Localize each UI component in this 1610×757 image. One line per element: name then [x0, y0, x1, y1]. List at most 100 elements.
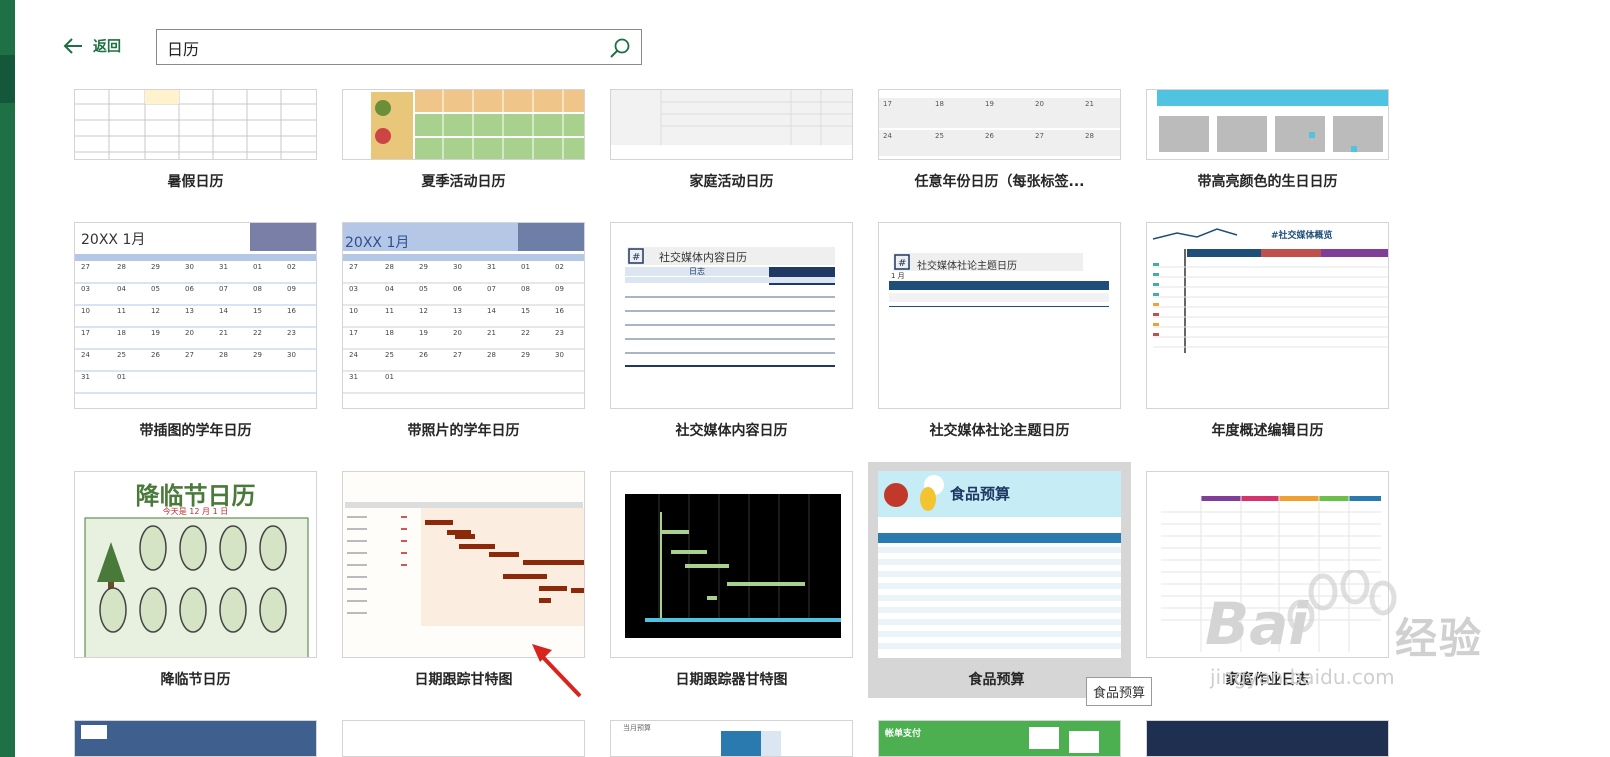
svg-text:30: 30 [453, 263, 462, 271]
svg-text:31: 31 [81, 373, 90, 381]
thumb-preview: 17 18 19 20 21 24 25 26 27 28 [879, 98, 1120, 156]
template-thumb-food-budget[interactable]: 食品预算 [878, 471, 1121, 658]
svg-text:30: 30 [185, 263, 194, 271]
svg-text:19: 19 [985, 100, 994, 108]
thumb-preview [611, 90, 852, 145]
svg-text:19: 19 [419, 329, 428, 337]
svg-text:#: # [632, 252, 640, 263]
template-label: 任意年份日历（每张标签... [914, 174, 1085, 190]
svg-text:12: 12 [151, 307, 160, 315]
svg-text:18: 18 [117, 329, 126, 337]
svg-text:22: 22 [253, 329, 262, 337]
svg-text:01: 01 [521, 263, 530, 271]
svg-text:25: 25 [117, 351, 126, 359]
watermark-brand-cn: 经验 [1395, 614, 1484, 663]
svg-text:22: 22 [521, 329, 530, 337]
svg-text:05: 05 [151, 285, 160, 293]
template-thumb-date-tracker-gantt[interactable] [610, 471, 853, 658]
template-thumb-summer-holiday[interactable] [74, 89, 317, 160]
template-label: 夏季活动日历 [421, 174, 506, 190]
svg-text:31: 31 [219, 263, 228, 271]
svg-text:25: 25 [385, 351, 394, 359]
thumb-title: 帐单支付 [885, 729, 922, 739]
thumb-title: 当月预算 [623, 724, 651, 732]
template-thumb-row4-1[interactable] [74, 720, 317, 757]
svg-text:27: 27 [453, 351, 462, 359]
watermark-brand: Bai [1205, 590, 1309, 658]
svg-text:21: 21 [487, 329, 496, 337]
svg-text:01: 01 [117, 373, 126, 381]
svg-text:27: 27 [349, 263, 358, 271]
template-thumb-summer-activity[interactable] [342, 89, 585, 160]
template-thumb-social-content[interactable]: # 社交媒体内容日历 日志 [610, 222, 853, 409]
template-thumb-advent[interactable]: 降临节日历 今天是 12 月 1 日 [74, 471, 317, 658]
svg-text:06: 06 [453, 285, 462, 293]
svg-text:28: 28 [117, 263, 126, 271]
svg-text:24: 24 [349, 351, 358, 359]
svg-text:28: 28 [385, 263, 394, 271]
svg-text:07: 07 [487, 285, 496, 293]
template-label: 暑假日历 [167, 174, 224, 190]
svg-text:15: 15 [521, 307, 530, 315]
template-thumb-date-gantt[interactable] [342, 471, 585, 658]
thumb-preview: 27 28 29 30 31 01 02 03 04 05 06 07 08 09 10 11 12 13 14… [75, 223, 316, 394]
template-thumb-annual-overview[interactable]: #社交媒体概览 [1146, 222, 1389, 409]
svg-text:17: 17 [883, 100, 892, 108]
svg-text:26: 26 [419, 351, 428, 359]
tooltip: 食品预算 [1086, 677, 1153, 706]
svg-text:12: 12 [419, 307, 428, 315]
template-thumb-any-year[interactable]: 17 18 19 20 21 24 25 26 27 28 [878, 89, 1121, 160]
thumb-preview [625, 494, 841, 638]
template-label: 降临节日历 [160, 672, 231, 688]
svg-text:26: 26 [985, 132, 994, 140]
svg-text:27: 27 [185, 351, 194, 359]
svg-text:14: 14 [219, 307, 228, 315]
svg-text:30: 30 [555, 351, 564, 359]
template-thumb-school-illustrated[interactable]: 20XX 1月 27 28 29 30 31 01 02 03 04 05 06 07 08 09 10… [74, 222, 317, 409]
svg-text:28: 28 [1085, 132, 1094, 140]
svg-text:10: 10 [81, 307, 90, 315]
svg-text:02: 02 [287, 263, 296, 271]
template-thumb-bill-pay[interactable]: 帐单支付 [878, 720, 1121, 757]
svg-text:29: 29 [253, 351, 262, 359]
svg-text:15: 15 [253, 307, 262, 315]
template-thumb-family-activity[interactable] [610, 89, 853, 160]
svg-text:31: 31 [349, 373, 358, 381]
svg-text:29: 29 [419, 263, 428, 271]
svg-text:08: 08 [521, 285, 530, 293]
svg-text:01: 01 [253, 263, 262, 271]
svg-text:16: 16 [287, 307, 296, 315]
svg-text:21: 21 [219, 329, 228, 337]
template-label: 家庭活动日历 [689, 174, 774, 190]
svg-text:17: 17 [349, 329, 358, 337]
svg-text:26: 26 [151, 351, 160, 359]
template-thumb-row4-2[interactable] [342, 720, 585, 757]
template-thumb-monthly-budget[interactable]: 当月预算 [610, 720, 853, 757]
template-thumb-school-photo[interactable]: 27 28 29 30 31 01 02 03 04 05 06 07 08 09 10 11 12 13 14… [342, 222, 585, 409]
svg-text:28: 28 [487, 351, 496, 359]
svg-text:13: 13 [185, 307, 194, 315]
svg-text:09: 09 [555, 285, 564, 293]
template-thumb-birthday[interactable] [1146, 89, 1389, 160]
template-label: 带照片的学年日历 [407, 423, 520, 439]
svg-text:02: 02 [555, 263, 564, 271]
thumb-title: #社交媒体概览 [1271, 231, 1333, 241]
svg-text:07: 07 [219, 285, 228, 293]
svg-text:20: 20 [185, 329, 194, 337]
svg-text:29: 29 [151, 263, 160, 271]
template-thumb-social-editorial[interactable]: # 社交媒体社论主题日历 1 月 [878, 222, 1121, 409]
thumb-title: 20XX 1月 [81, 232, 146, 248]
thumb-preview [371, 90, 584, 159]
template-label: 社交媒体社论主题日历 [929, 423, 1070, 439]
template-label: 食品预算 [968, 672, 1025, 688]
svg-text:23: 23 [555, 329, 564, 337]
svg-text:17: 17 [81, 329, 90, 337]
template-label: 带插图的学年日历 [139, 423, 252, 439]
thumb-subtitle: 今天是 12 月 1 日 [162, 507, 229, 516]
svg-text:18: 18 [935, 100, 944, 108]
svg-text:08: 08 [253, 285, 262, 293]
red-arrow-annotation [530, 640, 590, 700]
svg-text:13: 13 [453, 307, 462, 315]
svg-text:03: 03 [81, 285, 90, 293]
thumb-title: 社交媒体社论主题日历 [917, 261, 1017, 272]
